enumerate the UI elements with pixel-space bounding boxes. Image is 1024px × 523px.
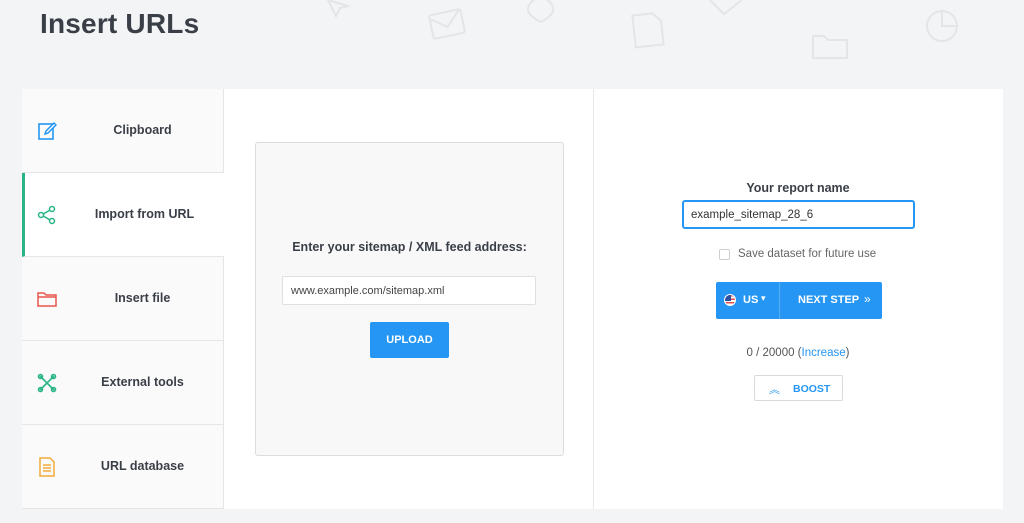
boost-button[interactable]: ︽ BOOST <box>754 375 843 401</box>
quota-close: ) <box>845 347 850 359</box>
tag-icon <box>709 0 743 16</box>
boost-label: BOOST <box>793 383 831 395</box>
sidebar-item-label: URL database <box>100 459 185 473</box>
folder-icon <box>37 292 57 307</box>
panel-divider <box>593 89 594 509</box>
sitemap-url-input[interactable] <box>282 276 536 305</box>
edit-icon <box>38 121 57 140</box>
import-url-panel: Enter your sitemap / XML feed address: U… <box>255 142 564 456</box>
double-chevron-right-icon: » <box>864 292 871 306</box>
sidebar-item-url-database[interactable]: URL database <box>22 425 224 509</box>
save-dataset-checkbox[interactable] <box>719 249 730 260</box>
insert-urls-card: Clipboard Import from URL Insert file Ex… <box>22 89 1003 509</box>
double-chevron-up-icon: ︽ <box>769 384 780 396</box>
quota-count: 0 / 20000 ( <box>746 347 802 359</box>
country-select-button[interactable]: US ▾ <box>716 282 780 319</box>
page-title: Insert URLs <box>40 8 200 39</box>
sidebar-item-insert-file[interactable]: Insert file <box>22 257 224 341</box>
sidebar-item-label: Insert file <box>114 291 171 305</box>
sitemap-label: Enter your sitemap / XML feed address: <box>292 240 527 254</box>
next-step-button[interactable]: NEXT STEP » <box>781 282 882 319</box>
document-icon <box>39 457 55 477</box>
report-name-input[interactable] <box>682 200 915 229</box>
report-name-label: Your report name <box>746 181 850 195</box>
url-quota: 0 / 20000 (Increase) <box>682 347 914 359</box>
file-icon <box>631 12 665 49</box>
share-icon <box>37 205 56 225</box>
sidebar-item-external-tools[interactable]: External tools <box>22 341 224 425</box>
tools-icon <box>37 373 57 393</box>
source-sidebar: Clipboard Import from URL Insert file Ex… <box>22 89 224 509</box>
next-step-label: NEXT STEP <box>798 294 860 306</box>
sidebar-item-label: External tools <box>101 375 184 389</box>
increase-link[interactable]: Increase <box>802 347 846 359</box>
country-label: US <box>743 294 759 306</box>
sidebar-item-label: Import from URL <box>94 207 195 221</box>
upload-button[interactable]: UPLOAD <box>370 322 449 358</box>
envelope-icon <box>428 8 466 40</box>
sidebar-item-clipboard[interactable]: Clipboard <box>22 89 224 173</box>
sidebar-item-import-from-url[interactable]: Import from URL <box>22 173 224 257</box>
save-dataset-label: Save dataset for future use <box>738 248 877 260</box>
sidebar-item-label: Clipboard <box>113 123 172 137</box>
next-step-group: US ▾ NEXT STEP » <box>716 282 882 319</box>
us-flag-icon <box>724 294 736 306</box>
cursor-icon <box>326 0 352 19</box>
folder-outline-icon <box>812 35 848 59</box>
map-pin-icon <box>526 0 555 24</box>
chevron-down-icon: ▾ <box>761 293 766 303</box>
